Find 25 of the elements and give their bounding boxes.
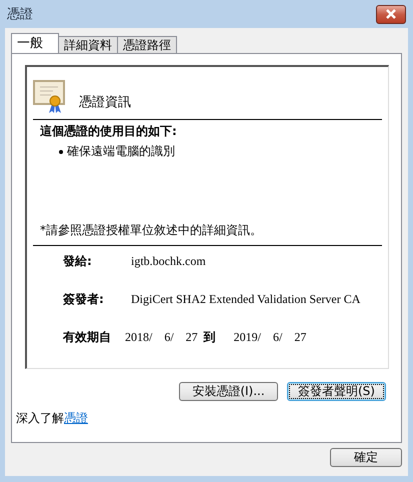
ok-button[interactable]: 確定 <box>330 448 402 467</box>
to-label: 到 <box>204 328 216 346</box>
tab[interactable]: 一般 <box>11 33 59 53</box>
window-title: 憑證 <box>6 6 33 23</box>
certificate-info-title: 憑證資訊 <box>79 94 131 111</box>
tab[interactable]: 憑證路徑 <box>117 36 177 53</box>
purpose-heading: 這個憑證的使用目的如下: <box>39 123 178 140</box>
validity-label: 有效期自 <box>63 328 111 346</box>
issuer-statement-button[interactable]: 簽發者聲明(S) <box>287 382 386 401</box>
certificates-link[interactable]: 憑證 <box>64 410 88 427</box>
bullet-icon <box>59 150 63 154</box>
field-label: 簽發者: <box>63 290 105 308</box>
field-label: 發給: <box>63 252 93 270</box>
close-icon <box>385 9 397 19</box>
valid-from-date: 2018/ 6/ 27 <box>125 328 198 346</box>
learn-more-text: 深入了解 <box>16 410 64 427</box>
close-button[interactable] <box>376 4 406 24</box>
field-value: igtb.bochk.com <box>131 254 206 268</box>
purpose-item: 確保遠端電腦的識別 <box>67 143 175 160</box>
tab[interactable]: 詳細資料 <box>58 36 118 53</box>
valid-to-date: 2019/ 6/ 27 <box>234 328 306 346</box>
note-text: *請參照憑證授權單位敘述中的詳細資訊。 <box>39 222 263 239</box>
field-value: DigiCert SHA2 Extended Validation Server CA <box>131 292 360 306</box>
install-certificate-button[interactable]: 安裝憑證(I)... <box>179 382 278 401</box>
certificate-icon <box>33 80 65 114</box>
